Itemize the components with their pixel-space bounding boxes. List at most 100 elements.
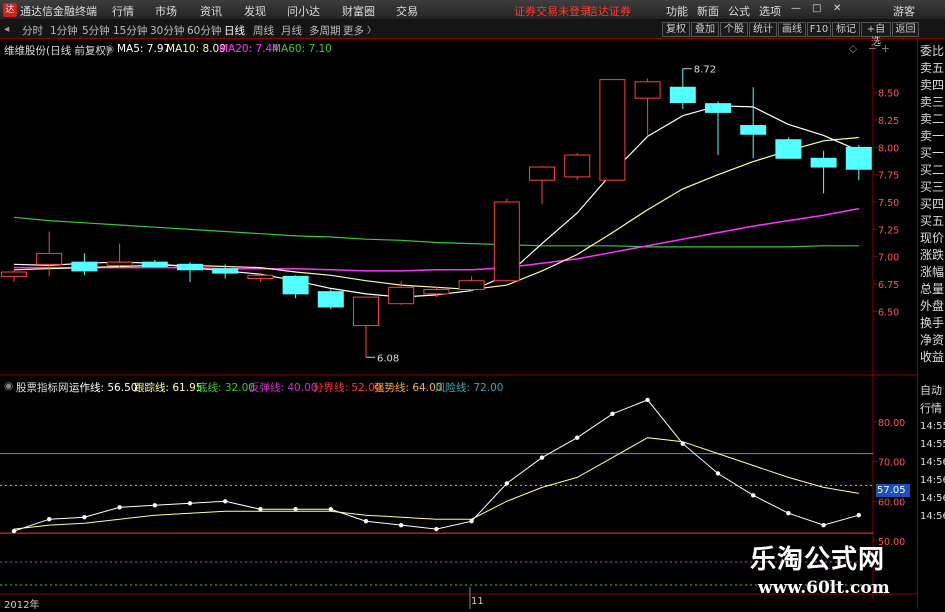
login-notice[interactable]: 证券交易未登录 <box>514 3 591 19</box>
operation-point <box>187 501 193 506</box>
period-30min[interactable]: 30分钟 <box>150 23 184 38</box>
candle-body <box>705 103 731 113</box>
sidebar-auto[interactable]: 自动 <box>920 383 945 399</box>
guest-label[interactable]: 游客 <box>893 3 915 19</box>
operation-point <box>504 481 509 486</box>
sidebar-item-turnover[interactable]: 换手 <box>920 315 945 331</box>
close-icon[interactable]: ✕ <box>833 3 841 14</box>
sidebar-item-earnings[interactable]: 收益 <box>920 349 945 365</box>
menu-market-quotes[interactable]: 行情 <box>112 3 134 19</box>
diamond-icon[interactable]: ◇ <box>849 43 857 55</box>
sidebar-item-change-pct[interactable]: 涨幅 <box>920 264 945 280</box>
tick-time: 14:55 <box>920 439 945 450</box>
period-daily[interactable]: 日线 <box>224 23 245 38</box>
ma-settings-icon[interactable]: ◉ <box>105 43 114 55</box>
sidebar-item-committee-ratio[interactable]: 委比 <box>920 43 945 59</box>
operation-point <box>645 397 650 403</box>
kline-chart-svg[interactable]: 8.72 6.08 8.50 8.25 8.00 7.75 7.50 7.25 7.00 6.7… <box>0 39 917 609</box>
watermark-title: 乐淘公式网 <box>750 545 886 575</box>
indicator-current-value: 57.05 <box>876 484 910 497</box>
collapse-left-icon[interactable]: ◂ <box>4 23 9 35</box>
menu-news[interactable]: 资讯 <box>200 3 222 19</box>
menu-options[interactable]: 选项 <box>759 3 781 19</box>
period-weekly[interactable]: 周线 <box>253 23 274 38</box>
menu-formula[interactable]: 公式 <box>728 3 750 19</box>
period-toolbar: ◂ 分时 1分钟 5分钟 15分钟 30分钟 60分钟 日线 周线 月线 多周期… <box>0 20 945 48</box>
zoom-in-icon[interactable]: + <box>881 43 890 55</box>
menu-functions[interactable]: 功能 <box>666 3 688 19</box>
sidebar-item-ask4[interactable]: 卖四 <box>920 77 945 93</box>
menu-discover[interactable]: 发现 <box>244 3 266 19</box>
sidebar-item-bid4[interactable]: 买四 <box>920 196 945 212</box>
menu-market[interactable]: 市场 <box>155 3 177 19</box>
price-tick-label: 8.00 <box>878 143 899 154</box>
sidebar-item-change[interactable]: 涨跌 <box>920 247 945 263</box>
candle-body <box>141 261 168 268</box>
watermark-url: www.60lt.com <box>758 578 890 598</box>
period-60min[interactable]: 60分钟 <box>187 23 221 38</box>
chart-area[interactable]: 8.72 6.08 8.50 8.25 8.00 7.75 7.50 7.25 7.00 6.7… <box>0 39 917 611</box>
indicator-name: 股票指标网 <box>16 382 69 394</box>
mark-button[interactable]: 标记 <box>832 22 860 37</box>
ind-operation-readout: 运作线: 56.50 <box>69 382 138 394</box>
price-tick-label: 7.00 <box>878 253 899 264</box>
indicator-settings-icon[interactable]: ◉ <box>4 380 13 392</box>
price-tick-label: 6.75 <box>878 280 899 291</box>
stats-button[interactable]: 统计 <box>749 22 777 37</box>
operation-point <box>715 471 721 476</box>
draw-button[interactable]: 画线 <box>778 22 806 37</box>
operation-point <box>469 518 474 524</box>
period-more[interactable]: 更多 <box>343 23 364 38</box>
operation-point <box>152 503 157 508</box>
sidebar-quotes[interactable]: 行情 <box>920 401 945 417</box>
more-chevron-icon[interactable]: 〉 <box>367 23 376 36</box>
operation-point <box>786 511 791 516</box>
ma20-readout: MA20: 7.44 <box>219 43 279 55</box>
period-monthly[interactable]: 月线 <box>281 23 302 38</box>
back-button[interactable]: 返回 <box>892 22 919 37</box>
operation-point <box>856 513 861 518</box>
menu-new-page[interactable]: 新面 <box>697 3 719 19</box>
adjust-button[interactable]: 复权 <box>662 22 690 37</box>
ma10-readout: MA10: 8.09 <box>166 43 226 55</box>
candle-body <box>353 296 379 327</box>
period-multi[interactable]: 多周期 <box>309 23 341 38</box>
period-15min[interactable]: 15分钟 <box>113 23 147 38</box>
sidebar-item-bid5[interactable]: 买五 <box>920 213 945 229</box>
minimize-icon[interactable]: — <box>791 3 801 14</box>
sidebar-item-ask2[interactable]: 卖二 <box>920 111 945 127</box>
maximize-icon[interactable]: □ <box>812 3 821 14</box>
zoom-out-icon[interactable]: − <box>868 43 877 55</box>
sidebar-item-volume[interactable]: 总量 <box>920 281 945 297</box>
operation-point <box>117 505 122 510</box>
overlay-button[interactable]: 叠加 <box>691 22 719 37</box>
menu-trade[interactable]: 交易 <box>396 3 418 19</box>
stock-button[interactable]: 个股 <box>720 22 748 37</box>
quote-sidebar: 委比 卖五 卖四 卖三 卖二 卖一 买一 买二 买三 买四 买五 现价 涨跌 涨… <box>917 39 945 609</box>
sidebar-item-price[interactable]: 现价 <box>920 230 945 246</box>
sidebar-item-ask5[interactable]: 卖五 <box>920 60 945 76</box>
operation-point <box>223 499 228 504</box>
ma60-readout: MA60: 7.10 <box>272 43 332 55</box>
sidebar-item-net-assets[interactable]: 净资 <box>920 332 945 348</box>
menu-wealth[interactable]: 财富圈 <box>342 3 375 19</box>
sidebar-item-bid3[interactable]: 买三 <box>920 179 945 195</box>
sidebar-item-ask3[interactable]: 卖三 <box>920 94 945 110</box>
sidebar-item-bid2[interactable]: 买二 <box>920 162 945 178</box>
candle-body <box>775 139 802 159</box>
sidebar-item-outer-vol[interactable]: 外盘 <box>920 298 945 314</box>
tick-time: 14:56 <box>920 457 945 468</box>
ma10-line <box>13 136 859 291</box>
menu-ask[interactable]: 问小达 <box>287 3 320 19</box>
f10-button[interactable]: F10 <box>807 22 831 37</box>
sidebar-item-bid1[interactable]: 买一 <box>920 145 945 161</box>
candle-body <box>36 252 63 265</box>
candle-body <box>599 79 626 181</box>
period-1min[interactable]: 1分钟 <box>50 23 78 38</box>
sidebar-item-ask1[interactable]: 卖一 <box>920 128 945 144</box>
period-intraday[interactable]: 分时 <box>22 23 43 38</box>
add-watchlist-button[interactable]: +自选 <box>861 22 891 48</box>
indicator-tick-label: 60.00 <box>878 497 905 508</box>
period-5min[interactable]: 5分钟 <box>82 23 110 38</box>
operation-point <box>821 522 826 528</box>
